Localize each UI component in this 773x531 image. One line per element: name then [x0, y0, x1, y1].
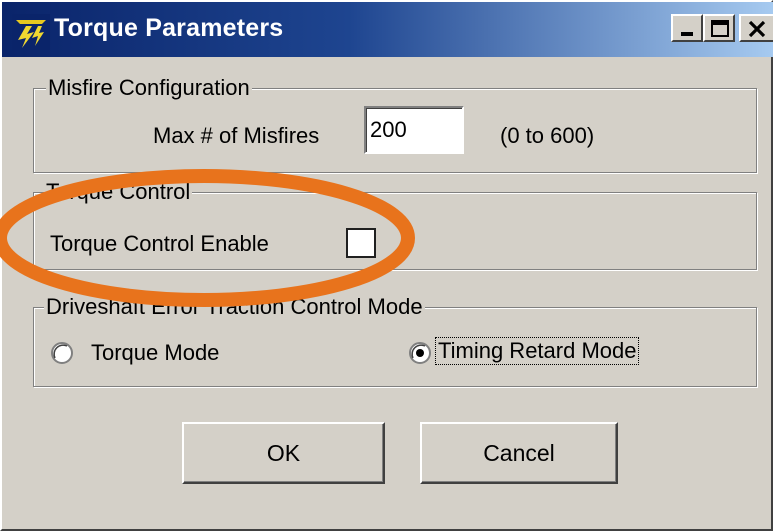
torque-control-legend: Torque Control [44, 179, 193, 205]
torque-control-enable-label: Torque Control Enable [50, 231, 269, 256]
close-icon [748, 20, 766, 38]
max-misfires-label: Max # of Misfires [153, 123, 320, 148]
minimize-button[interactable] [671, 14, 703, 42]
max-misfires-input[interactable] [364, 106, 464, 154]
maximize-button[interactable] [703, 14, 735, 42]
timing-retard-mode-radio[interactable] [409, 342, 431, 364]
ok-button[interactable]: OK [182, 422, 385, 484]
window-title: Torque Parameters [54, 14, 284, 42]
misfire-configuration-legend: Misfire Configuration [46, 75, 252, 101]
minimize-icon [681, 32, 693, 36]
flash-logo-icon [12, 14, 50, 50]
misfires-range-hint: (0 to 600) [500, 123, 595, 148]
cancel-button[interactable]: Cancel [420, 422, 618, 484]
maximize-icon [711, 20, 729, 37]
torque-mode-radio[interactable] [51, 342, 73, 364]
torque-control-enable-checkbox[interactable] [346, 228, 376, 258]
title-bar[interactable]: Torque Parameters [2, 2, 773, 57]
torque-parameters-window: Torque Parameters Misfire Configuration … [0, 0, 773, 531]
torque-mode-label[interactable]: Torque Mode [91, 340, 219, 366]
close-button[interactable] [739, 14, 773, 42]
traction-control-mode-legend: Driveshaft Error Traction Control Mode [44, 294, 425, 320]
timing-retard-mode-label[interactable]: Timing Retard Mode [434, 337, 640, 365]
